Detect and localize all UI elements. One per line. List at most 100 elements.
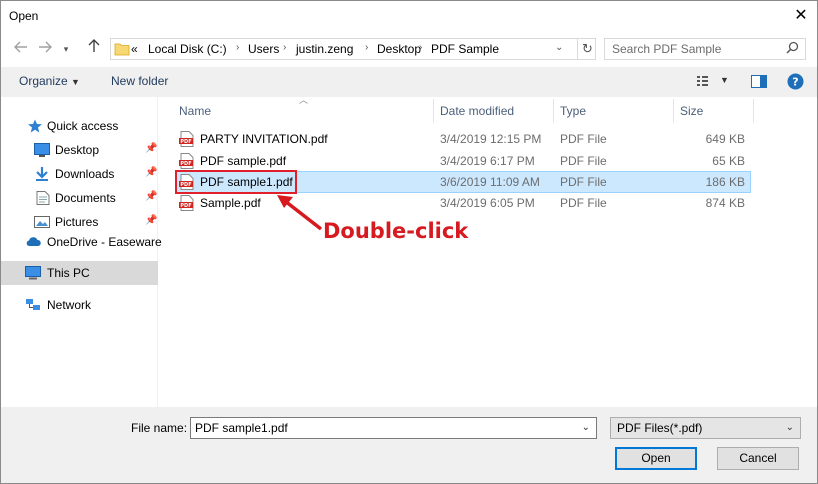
column-header-name[interactable]: Name	[179, 104, 211, 128]
pdf-file-icon: PDF	[179, 195, 194, 211]
pictures-icon	[34, 216, 50, 228]
help-icon[interactable]: ?	[787, 73, 804, 93]
crumb-separator-icon[interactable]: ›	[419, 42, 422, 53]
sidebar-item-label: OneDrive - Easeware	[47, 235, 162, 249]
search-placeholder: Search PDF Sample	[612, 42, 722, 56]
command-toolbar: Organize ▼ New folder ▼ ?	[1, 67, 817, 97]
svg-text:?: ?	[792, 76, 798, 89]
close-button[interactable]: ✕	[787, 3, 815, 29]
organize-label: Organize	[19, 74, 68, 88]
sidebar-item-downloads[interactable]: Downloads 📌	[1, 163, 158, 185]
file-date: 3/4/2019 6:17 PM	[440, 154, 535, 168]
pin-icon: 📌	[145, 143, 158, 154]
file-name: PARTY INVITATION.pdf	[200, 132, 328, 146]
open-dialog: Open ✕ ▾ « Local Disk (C:) › Users › jus…	[0, 0, 818, 484]
search-icon[interactable]	[786, 41, 799, 57]
computer-icon	[25, 266, 41, 280]
sidebar-item-label: Downloads	[55, 167, 115, 181]
crumb-separator-icon[interactable]: ›	[236, 42, 239, 53]
file-type: PDF File	[560, 132, 607, 146]
crumb-separator-icon[interactable]: ›	[283, 42, 286, 53]
chevron-down-icon[interactable]: ⌄	[786, 422, 794, 433]
network-icon	[26, 299, 40, 310]
crumb-local-disk[interactable]: Local Disk (C:)	[148, 42, 227, 56]
file-date: 3/4/2019 6:05 PM	[440, 196, 535, 210]
pin-icon: 📌	[145, 167, 158, 178]
organize-button[interactable]: Organize ▼	[19, 74, 80, 88]
crumb-user[interactable]: justin.zeng	[296, 42, 353, 56]
column-header-type[interactable]: Type	[560, 104, 586, 128]
sidebar-item-quick-access[interactable]: Quick access	[1, 115, 158, 137]
up-arrow-icon[interactable]	[84, 38, 104, 60]
pin-icon: 📌	[145, 215, 158, 226]
sidebar-item-onedrive[interactable]: OneDrive - Easeware	[1, 231, 162, 253]
file-row[interactable]: PDF PARTY INVITATION.pdf 3/4/2019 12:15 …	[175, 128, 751, 150]
annotation-label: Double-click	[323, 219, 469, 243]
file-size: 874 KB	[705, 196, 745, 210]
file-name: Sample.pdf	[200, 196, 261, 210]
crumb-users[interactable]: Users	[248, 42, 279, 56]
column-divider[interactable]	[673, 99, 674, 123]
view-chevron-icon[interactable]: ▼	[720, 75, 729, 85]
sidebar-item-label: Desktop	[55, 143, 100, 157]
crumb-pdf-sample[interactable]: PDF Sample	[431, 42, 499, 56]
file-name-input[interactable]: PDF sample1.pdf	[195, 421, 288, 435]
address-dropdown-chevron-icon[interactable]: ⌄	[555, 42, 563, 53]
column-header-size[interactable]: Size	[680, 104, 703, 128]
column-divider[interactable]	[433, 99, 434, 123]
column-divider[interactable]	[553, 99, 554, 123]
sidebar-item-pictures[interactable]: Pictures 📌	[1, 211, 158, 233]
file-name-combobox[interactable]: PDF sample1.pdf ⌄	[190, 417, 597, 439]
sort-ascending-icon: ︿	[299, 95, 309, 105]
svg-text:PDF: PDF	[180, 203, 191, 209]
sidebar-item-documents[interactable]: Documents 📌	[1, 187, 158, 209]
pin-icon: 📌	[145, 191, 158, 202]
sidebar-item-label: Pictures	[55, 215, 99, 229]
annotation-arrow-icon	[277, 195, 323, 231]
view-options-icon[interactable]	[697, 75, 713, 90]
file-type: PDF File	[560, 175, 607, 189]
pdf-file-icon: PDF	[179, 153, 194, 169]
new-folder-button[interactable]: New folder	[111, 74, 168, 88]
open-button[interactable]: Open	[615, 447, 697, 470]
sidebar-item-label: Quick access	[47, 119, 119, 133]
sidebar-item-desktop[interactable]: Desktop 📌	[1, 139, 158, 161]
address-bar[interactable]: « Local Disk (C:) › Users › justin.zeng …	[110, 38, 596, 60]
file-date: 3/6/2019 11:09 AM	[440, 175, 540, 189]
forward-arrow-icon[interactable]	[35, 38, 55, 60]
sidebar-item-label: Network	[47, 298, 92, 312]
window-title: Open	[9, 9, 39, 23]
pdf-file-icon: PDF	[179, 131, 194, 147]
sidebar-item-network[interactable]: Network	[1, 294, 158, 316]
cancel-button[interactable]: Cancel	[717, 447, 799, 470]
file-type-filter[interactable]: PDF Files(*.pdf) ⌄	[610, 417, 801, 439]
chevron-down-icon[interactable]: ⌄	[582, 422, 590, 433]
file-size: 65 KB	[712, 154, 745, 168]
file-size: 186 KB	[705, 175, 745, 189]
crumb-desktop[interactable]: Desktop	[377, 42, 421, 56]
file-name: PDF sample.pdf	[200, 154, 287, 168]
file-type: PDF File	[560, 196, 607, 210]
organize-chevron-icon: ▼	[71, 77, 80, 87]
title-bar: Open ✕	[1, 1, 817, 31]
crumb-separator-icon[interactable]: ›	[365, 42, 368, 53]
file-name-label: File name:	[131, 421, 188, 435]
refresh-icon[interactable]: ↻	[577, 39, 597, 59]
svg-text:PDF: PDF	[180, 139, 191, 145]
preview-pane-icon[interactable]	[751, 75, 767, 91]
file-row[interactable]: PDF PDF sample.pdf 3/4/2019 6:17 PM PDF …	[175, 150, 751, 172]
search-box[interactable]: Search PDF Sample	[604, 38, 806, 60]
sidebar-item-this-pc[interactable]: This PC	[1, 261, 158, 285]
file-row[interactable]: PDF Sample.pdf 3/4/2019 6:05 PM PDF File…	[175, 192, 751, 214]
column-header-date[interactable]: Date modified	[440, 104, 514, 128]
column-divider[interactable]	[753, 99, 754, 123]
file-type-filter-value: PDF Files(*.pdf)	[617, 421, 703, 435]
recent-locations-chevron-icon[interactable]: ▾	[59, 38, 73, 60]
back-arrow-icon[interactable]	[11, 38, 31, 60]
file-type: PDF File	[560, 154, 607, 168]
document-icon	[36, 191, 50, 205]
sidebar-item-label: This PC	[47, 266, 90, 280]
svg-text:PDF: PDF	[180, 161, 191, 167]
file-size: 649 KB	[705, 132, 745, 146]
address-overflow[interactable]: «	[131, 42, 138, 56]
